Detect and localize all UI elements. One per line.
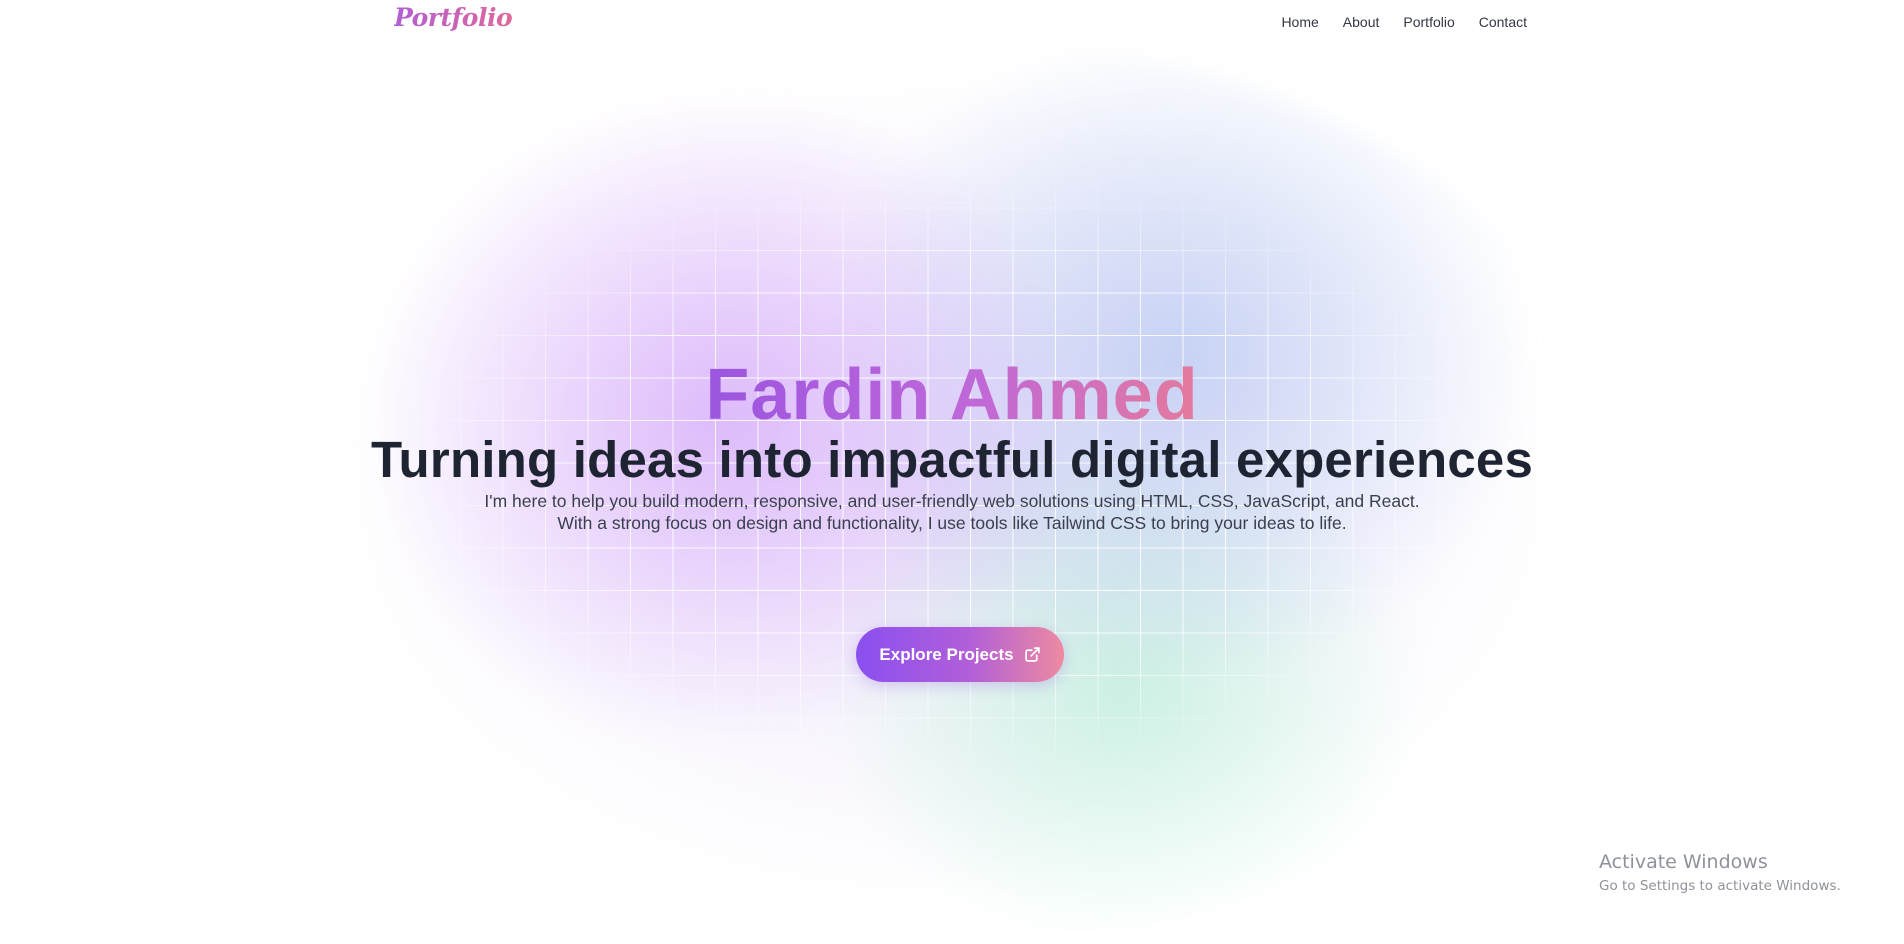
activate-windows-watermark: Activate Windows Go to Settings to activ… [1599, 850, 1841, 896]
nav-link-about[interactable]: About [1343, 14, 1380, 30]
watermark-subtitle: Go to Settings to activate Windows. [1599, 878, 1841, 894]
hero-description: I'm here to help you build modern, respo… [0, 490, 1904, 534]
explore-projects-label: Explore Projects [879, 644, 1014, 664]
page: Portfolio Home About Portfolio Contact F… [0, 0, 1904, 944]
hero-description-line-2: With a strong focus on design and functi… [557, 513, 1347, 533]
watermark-title: Activate Windows [1599, 851, 1768, 873]
hero-tagline: Turning ideas into impactful digital exp… [370, 431, 1534, 488]
explore-projects-button[interactable]: Explore Projects [856, 627, 1064, 682]
navbar: Portfolio Home About Portfolio Contact [0, 0, 1904, 46]
nav-links: Home About Portfolio Contact [1281, 14, 1527, 30]
logo[interactable]: Portfolio [394, 3, 513, 32]
hero-name: Fardin Ahmed [0, 355, 1904, 435]
nav-link-contact[interactable]: Contact [1479, 14, 1527, 30]
nav-link-portfolio[interactable]: Portfolio [1403, 14, 1454, 30]
hero-name-text: Fardin Ahmed [705, 355, 1199, 435]
nav-link-home[interactable]: Home [1281, 14, 1318, 30]
external-link-icon [1024, 646, 1041, 663]
hero-description-line-1: I'm here to help you build modern, respo… [484, 491, 1420, 511]
